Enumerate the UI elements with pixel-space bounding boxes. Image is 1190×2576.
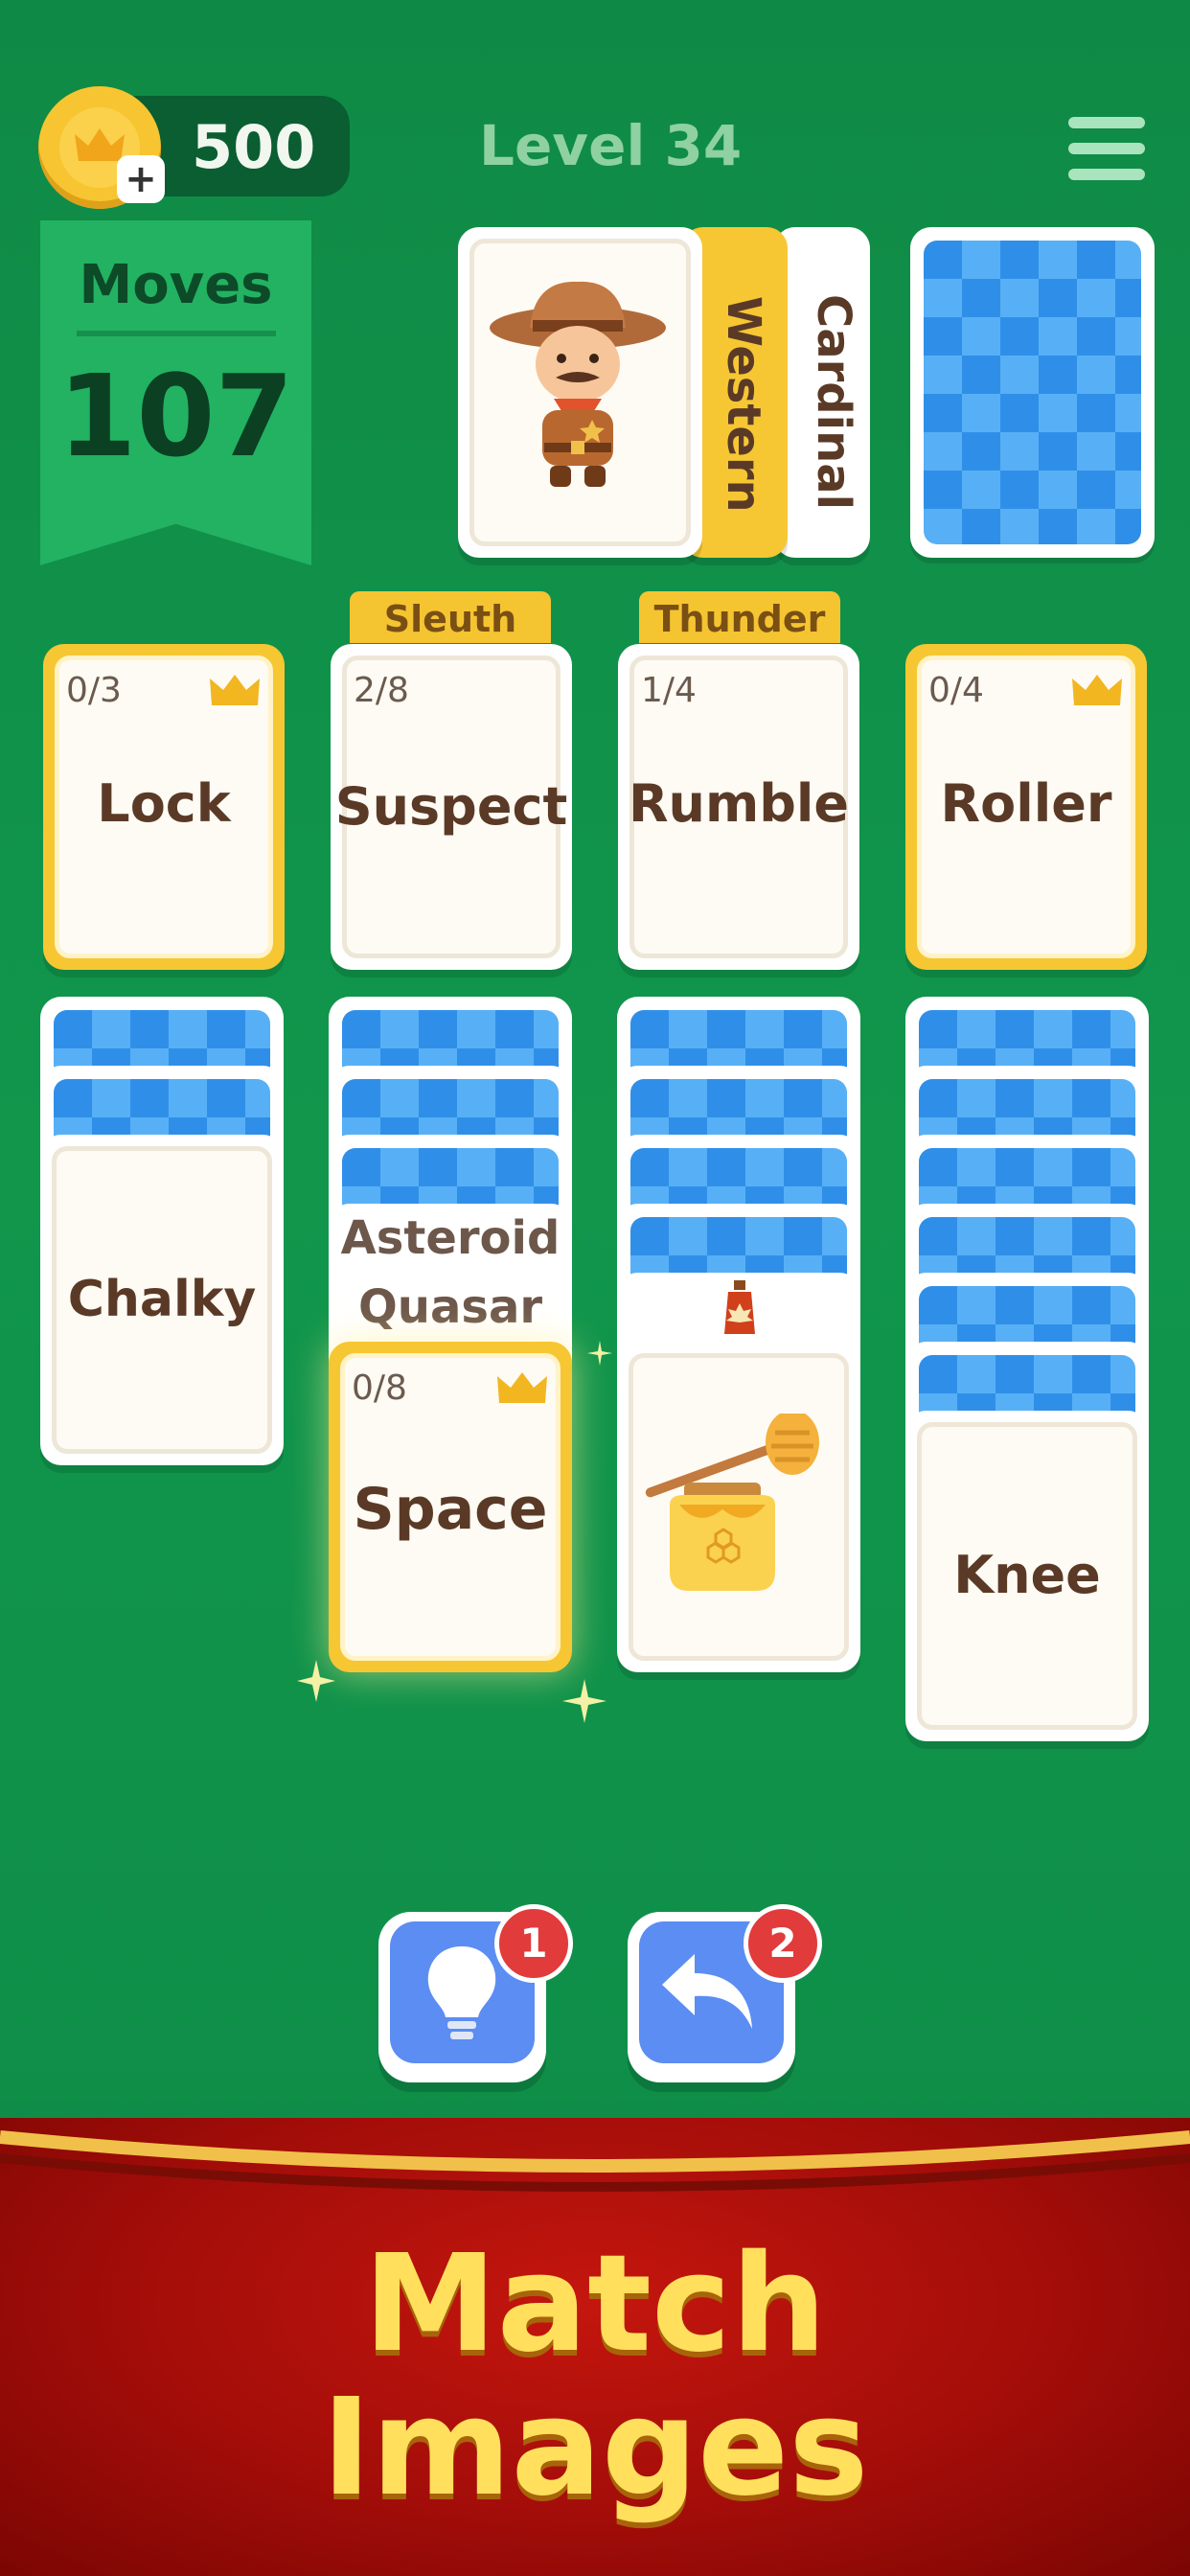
card-word: Space <box>353 1476 548 1543</box>
crown-icon <box>497 1372 547 1403</box>
add-coins-button[interactable]: + <box>117 155 165 203</box>
maple-syrup-icon <box>724 1280 755 1334</box>
card-progress: 0/8 <box>352 1368 407 1408</box>
column-3-top-card[interactable] <box>617 1342 860 1672</box>
foundation-progress: 0/4 <box>928 671 984 710</box>
coin-count: 500 <box>192 112 316 182</box>
waste-top-card[interactable] <box>458 227 702 558</box>
column-1-top-card[interactable]: Chalky <box>40 1135 284 1465</box>
foundation-slot-3[interactable]: 1/4 Rumble <box>618 644 859 970</box>
undo-count-badge: 2 <box>744 1904 822 1983</box>
draw-pile[interactable] <box>910 227 1155 558</box>
menu-icon[interactable] <box>1068 117 1145 180</box>
honey-jar-image <box>645 1414 819 1591</box>
promo-title-line-2: Images <box>321 2370 869 2526</box>
waste-card-label: Western <box>717 296 770 513</box>
category-tag-thunder: Thunder <box>639 591 840 643</box>
foundation-word: Rumble <box>628 773 850 834</box>
foundation-word: Roller <box>940 773 1112 834</box>
moves-count: 107 <box>57 350 294 482</box>
foundation-progress: 1/4 <box>641 671 697 710</box>
moves-divider <box>77 331 276 336</box>
crown-icon <box>210 675 260 705</box>
column-2-top-card[interactable]: 0/8 Space <box>329 1342 572 1672</box>
waste-card-cardinal: Cardinal <box>774 227 870 558</box>
card-word: Chalky <box>67 1271 257 1328</box>
crown-icon <box>1072 675 1122 705</box>
foundation-progress: 0/3 <box>66 671 122 710</box>
hint-count-badge: 1 <box>494 1904 573 1983</box>
undo-button[interactable]: 2 <box>628 1904 822 2082</box>
sparkle-icon <box>297 1660 335 1702</box>
promo-title-line-1: Match <box>363 2226 827 2382</box>
sparkle-icon <box>562 1679 606 1723</box>
level-title: Level 34 <box>479 113 743 178</box>
card-word: Asteroid <box>340 1211 561 1265</box>
undo-arrow-icon <box>662 1954 752 2029</box>
sparkle-icon <box>587 1341 612 1366</box>
column-4-top-card[interactable]: Knee <box>905 1411 1149 1741</box>
card-word: Knee <box>953 1545 1101 1605</box>
foundation-slot-2[interactable]: 2/8 Suspect <box>331 644 572 970</box>
moves-label: Moves <box>79 254 273 316</box>
cowboy-image <box>490 281 666 487</box>
foundation-slot-1[interactable]: 0/3 Lock <box>43 644 285 970</box>
lightbulb-icon <box>427 1946 496 2039</box>
promo-title: Match Images <box>0 2233 1190 2520</box>
waste-card-label: Cardinal <box>807 294 860 511</box>
card-word: Quasar <box>358 1280 542 1334</box>
category-tag-sleuth: Sleuth <box>350 591 551 643</box>
hint-button[interactable]: 1 <box>378 1904 573 2082</box>
foundation-word: Lock <box>97 773 231 834</box>
banner-gold-trim <box>0 2130 1190 2192</box>
foundation-slot-4[interactable]: 0/4 Roller <box>905 644 1147 970</box>
foundation-word: Suspect <box>334 776 568 837</box>
foundation-progress: 2/8 <box>354 671 409 710</box>
